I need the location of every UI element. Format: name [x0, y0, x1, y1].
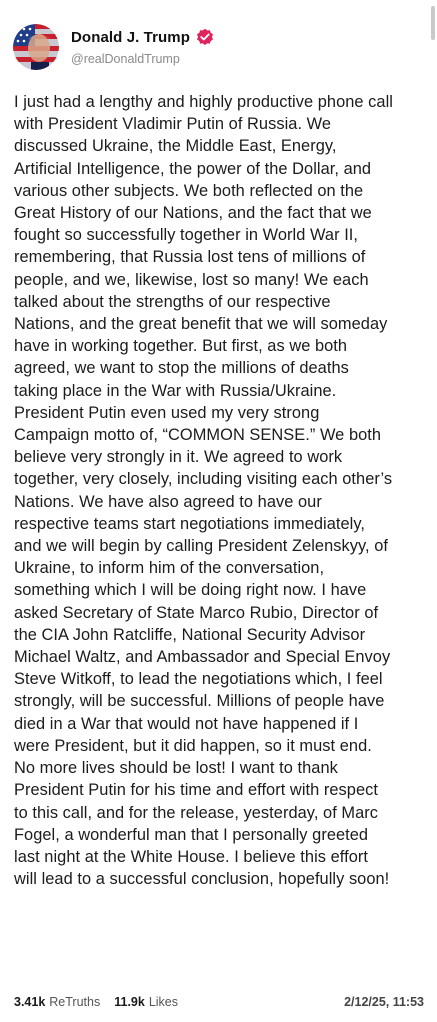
verified-badge-icon: [196, 28, 214, 46]
avatar[interactable]: [13, 24, 59, 70]
post-header: Donald J. Trump @realDonaldTrump: [13, 24, 214, 70]
post-body-text: I just had a lengthy and highly producti…: [14, 93, 393, 889]
post-footer: 3.41k ReTruths 11.9k Likes 2/12/25, 11:5…: [14, 995, 424, 1009]
author-handle[interactable]: @realDonaldTrump: [71, 52, 214, 66]
likes-stat[interactable]: 11.9k Likes: [114, 995, 178, 1009]
retruths-count: 3.41k: [14, 995, 46, 1009]
likes-count: 11.9k: [114, 995, 145, 1009]
post-card: Donald J. Trump @realDonaldTrump I just …: [0, 0, 437, 1022]
author-info: Donald J. Trump @realDonaldTrump: [71, 28, 214, 66]
scrollbar[interactable]: [431, 6, 435, 40]
retruths-label: ReTruths: [49, 995, 101, 1009]
author-display-name[interactable]: Donald J. Trump: [71, 29, 190, 46]
post-timestamp[interactable]: 2/12/25, 11:53: [344, 995, 424, 1009]
avatar-image: [13, 24, 59, 70]
likes-label: Likes: [148, 995, 179, 1009]
retruths-stat[interactable]: 3.41k ReTruths: [14, 995, 100, 1009]
author-name-row: Donald J. Trump: [71, 28, 214, 46]
